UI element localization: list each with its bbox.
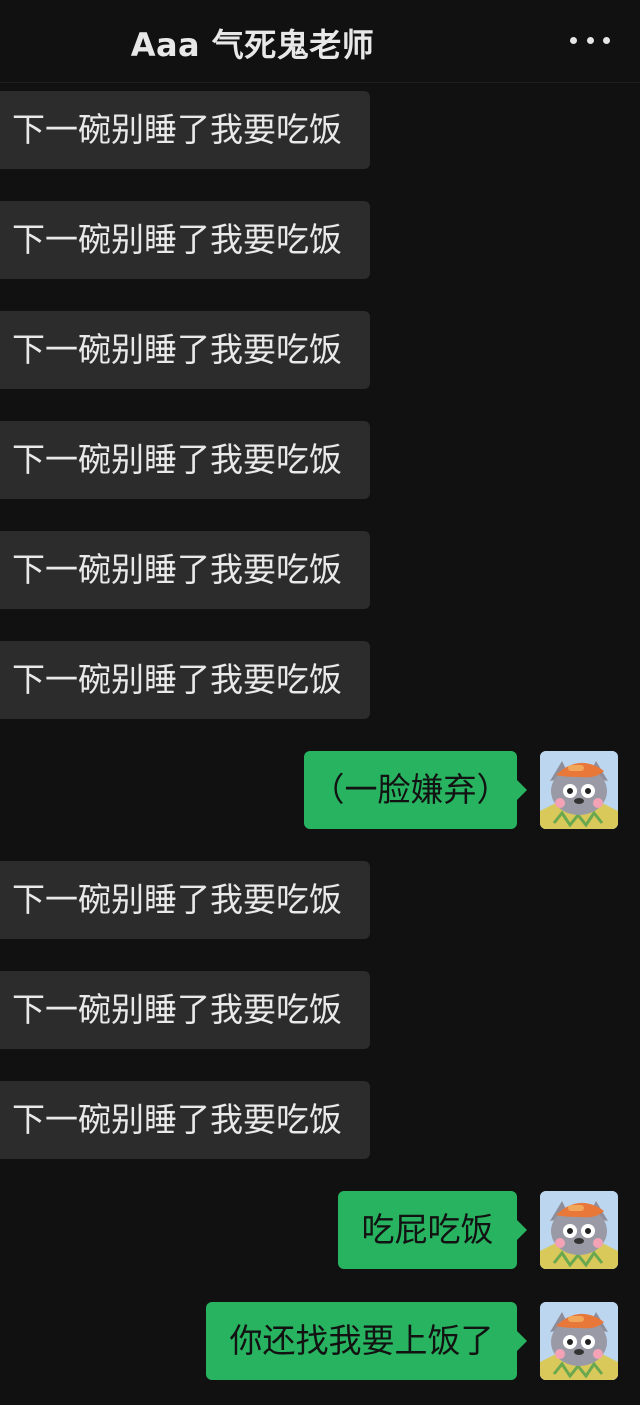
incoming-message[interactable]: 下一碗别睡了我要吃饭: [0, 421, 370, 499]
incoming-message[interactable]: 下一碗别睡了我要吃饭: [0, 311, 370, 389]
incoming-message[interactable]: 下一碗别睡了我要吃饭: [0, 91, 370, 169]
incoming-message[interactable]: 下一碗别睡了我要吃饭: [0, 201, 370, 279]
outgoing-message[interactable]: （一脸嫌弃）: [304, 751, 527, 829]
incoming-message[interactable]: 下一碗别睡了我要吃饭: [0, 861, 370, 939]
outgoing-message[interactable]: 你还找我要上饭了: [206, 1302, 527, 1380]
wolf-avatar-icon: [540, 1191, 618, 1269]
incoming-message[interactable]: 下一碗别睡了我要吃饭: [0, 531, 370, 609]
wolf-avatar-icon: [540, 751, 618, 829]
incoming-message[interactable]: 下一碗别睡了我要吃饭: [0, 971, 370, 1049]
wolf-avatar-icon: [540, 1302, 618, 1380]
user-avatar[interactable]: [540, 751, 618, 829]
incoming-message[interactable]: 下一碗别睡了我要吃饭: [0, 641, 370, 719]
chat-header: Aaa 气死鬼老师: [0, 0, 640, 83]
user-avatar[interactable]: [540, 1302, 618, 1380]
more-dots-icon[interactable]: [570, 28, 610, 52]
incoming-message[interactable]: 下一碗别睡了我要吃饭: [0, 1081, 370, 1159]
outgoing-message[interactable]: 吃屁吃饭: [338, 1191, 527, 1269]
chat-title: Aaa 气死鬼老师: [130, 26, 375, 64]
user-avatar[interactable]: [540, 1191, 618, 1269]
